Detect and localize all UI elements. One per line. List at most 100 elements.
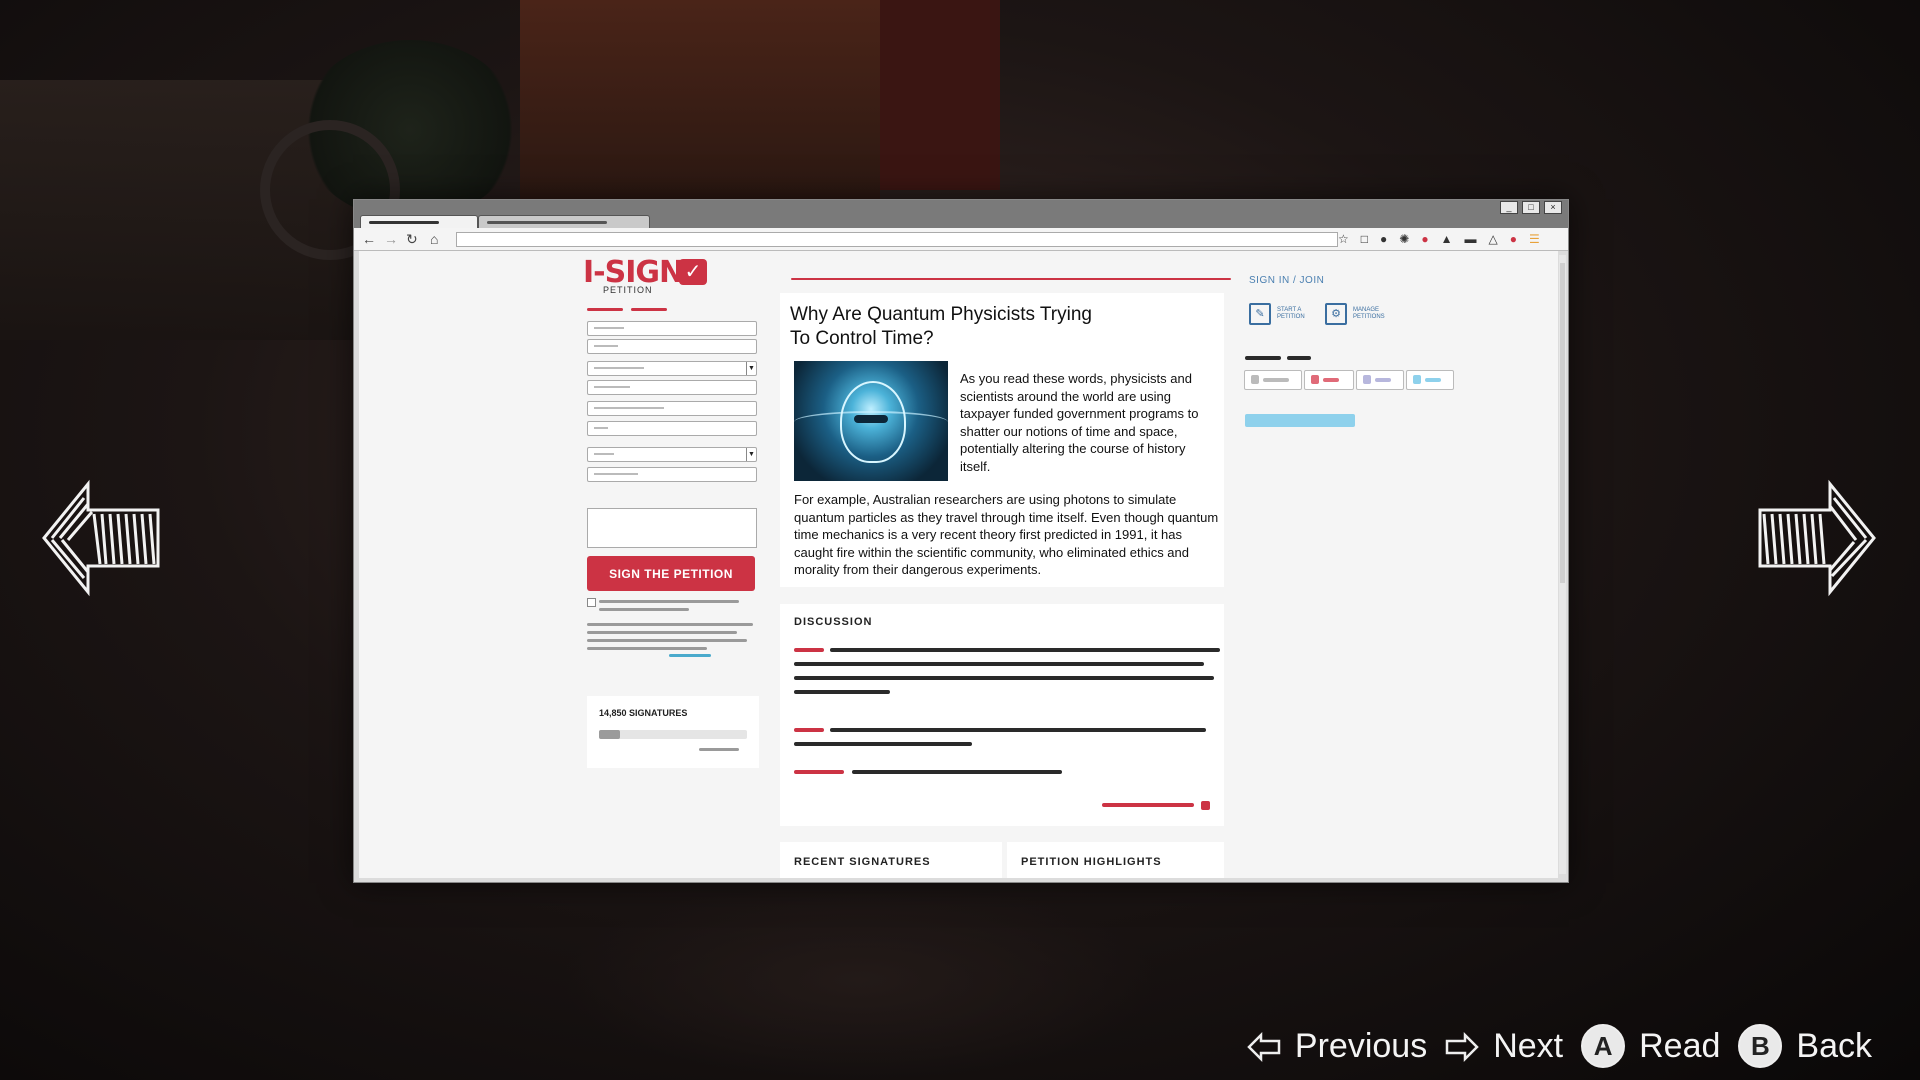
previous-arrow-icon[interactable] bbox=[40, 478, 162, 598]
article-card: Why Are Quantum Physicists Trying To Con… bbox=[780, 293, 1224, 587]
extension-pin-icon[interactable]: ✺ bbox=[1399, 231, 1409, 247]
forward-icon[interactable]: → bbox=[384, 231, 398, 247]
petition-highlights-section: PETITION HIGHLIGHTS bbox=[1007, 842, 1224, 878]
discussion-section: DISCUSSION bbox=[780, 604, 1224, 826]
share-button-purple[interactable] bbox=[1356, 370, 1404, 390]
article-image bbox=[794, 361, 948, 481]
comment-text bbox=[794, 662, 1204, 666]
start-petition-link[interactable]: ✎ START A PETITION bbox=[1249, 303, 1313, 325]
previous-control[interactable]: Previous bbox=[1247, 1027, 1427, 1066]
background-brick-wall bbox=[520, 0, 880, 200]
progress-fill bbox=[599, 730, 620, 739]
extension-square-icon[interactable]: □ bbox=[1361, 231, 1368, 247]
hand-left-icon bbox=[1247, 1031, 1281, 1063]
terms-checkbox[interactable] bbox=[587, 598, 596, 607]
share-heading bbox=[1287, 356, 1311, 360]
share-button-red[interactable] bbox=[1304, 370, 1354, 390]
maximize-button[interactable]: □ bbox=[1522, 201, 1540, 214]
extension-circle-icon[interactable]: ● bbox=[1380, 231, 1387, 247]
fine-print bbox=[587, 639, 747, 642]
comment-author bbox=[794, 648, 824, 652]
share-link-pill[interactable] bbox=[1245, 414, 1355, 427]
article-paragraph: For example, Australian researchers are … bbox=[794, 492, 1219, 577]
pencil-icon: ✎ bbox=[1249, 303, 1271, 325]
gear-icon: ⚙ bbox=[1325, 303, 1347, 325]
vertical-scrollbar[interactable] bbox=[1559, 255, 1566, 874]
signatures-box: 14,850 SIGNATURES bbox=[587, 696, 759, 768]
signatures-progress bbox=[599, 730, 747, 739]
signatures-count: 14,850 SIGNATURES bbox=[599, 708, 688, 718]
next-arrow-icon[interactable] bbox=[1756, 478, 1878, 598]
manage-petitions-link[interactable]: ⚙ MANAGE PETITIONS bbox=[1325, 303, 1389, 325]
fine-print bbox=[587, 623, 753, 626]
sign-petition-button[interactable]: SIGN THE PETITION bbox=[587, 556, 755, 591]
a-button-icon: A bbox=[1581, 1024, 1626, 1068]
browser-toolbar: ← → ↻ ⌂ ☆ □ ● ✺ ● ▲ ▬ △ ● ☰ bbox=[354, 228, 1568, 251]
browser-window: _ □ × ← → ↻ ⌂ ☆ □ ● ✺ ● ▲ ▬ △ ● ☰ I-SIGN bbox=[353, 199, 1569, 883]
comment-text bbox=[794, 676, 1214, 680]
back-control[interactable]: B Back bbox=[1738, 1024, 1872, 1068]
close-button[interactable]: × bbox=[1544, 201, 1562, 214]
article-title: Why Are Quantum Physicists Trying To Con… bbox=[790, 304, 1092, 349]
background-poster bbox=[880, 0, 1000, 190]
chevron-down-icon: ▼ bbox=[746, 448, 756, 461]
form-field[interactable] bbox=[587, 380, 757, 395]
tab-active[interactable] bbox=[360, 215, 478, 229]
sign-in-link[interactable]: SIGN IN / JOIN bbox=[1249, 275, 1324, 286]
terms-text bbox=[599, 608, 689, 611]
tab-inactive[interactable] bbox=[478, 215, 650, 229]
chevron-down-icon: ▼ bbox=[746, 362, 756, 375]
header-red-rule bbox=[791, 278, 1231, 280]
record-icon[interactable]: ● bbox=[1421, 231, 1428, 247]
b-button-icon: B bbox=[1738, 1024, 1783, 1068]
form-select[interactable]: ▼ bbox=[587, 361, 757, 376]
triangle-icon[interactable]: △ bbox=[1488, 231, 1497, 247]
comment-author bbox=[794, 728, 824, 732]
hand-right-icon bbox=[1445, 1031, 1479, 1063]
terms-text bbox=[599, 600, 739, 603]
form-select[interactable]: ▼ bbox=[587, 447, 757, 462]
comment-textarea[interactable] bbox=[587, 508, 757, 548]
site-logo[interactable]: I-SIGN ✓ PETITION bbox=[583, 255, 723, 299]
reply-icon[interactable] bbox=[1201, 801, 1210, 810]
extension-puzzle-icon[interactable]: ▲ bbox=[1441, 231, 1453, 247]
form-field[interactable] bbox=[587, 321, 757, 336]
comment-text bbox=[852, 770, 1062, 774]
petition-highlights-heading: PETITION HIGHLIGHTS bbox=[1021, 856, 1162, 868]
chat-icon[interactable]: ▬ bbox=[1464, 231, 1476, 247]
recent-signatures-heading: RECENT SIGNATURES bbox=[794, 856, 931, 868]
form-field[interactable] bbox=[587, 421, 757, 436]
comment-text bbox=[794, 742, 972, 746]
title-bar: _ □ × bbox=[354, 200, 1568, 214]
share-button-blue[interactable] bbox=[1406, 370, 1454, 390]
form-field[interactable] bbox=[587, 401, 757, 416]
comment-text bbox=[794, 690, 890, 694]
fine-print bbox=[587, 631, 737, 634]
menu-icon[interactable]: ☰ bbox=[1529, 231, 1540, 247]
fine-print-link[interactable] bbox=[669, 654, 711, 657]
discussion-heading: DISCUSSION bbox=[794, 616, 873, 628]
progress-caption bbox=[699, 748, 739, 751]
reload-icon[interactable]: ↻ bbox=[406, 231, 418, 247]
scrollbar-thumb[interactable] bbox=[1560, 263, 1565, 583]
back-icon[interactable]: ← bbox=[362, 231, 376, 247]
minimize-button[interactable]: _ bbox=[1500, 201, 1518, 214]
form-field[interactable] bbox=[587, 467, 757, 482]
form-field[interactable] bbox=[587, 339, 757, 354]
address-bar[interactable] bbox=[456, 232, 1338, 247]
footer-controls: Previous Next A Read B Back bbox=[1247, 1024, 1872, 1068]
comment-text bbox=[830, 648, 1220, 652]
read-control[interactable]: A Read bbox=[1581, 1024, 1720, 1068]
article-paragraph: As you read these words, physicists and … bbox=[960, 371, 1199, 474]
comment-text bbox=[830, 728, 1206, 732]
bookmark-star-icon[interactable]: ☆ bbox=[1338, 231, 1349, 247]
checkmark-icon: ✓ bbox=[679, 259, 707, 285]
next-control[interactable]: Next bbox=[1445, 1027, 1563, 1066]
comment-author bbox=[794, 770, 844, 774]
alert-icon[interactable]: ● bbox=[1510, 231, 1517, 247]
home-icon[interactable]: ⌂ bbox=[430, 231, 438, 247]
recent-signatures-section: RECENT SIGNATURES bbox=[780, 842, 1002, 878]
share-button-email[interactable] bbox=[1244, 370, 1302, 390]
page-viewport: I-SIGN ✓ PETITION ▼ ▼ SIGN THE PETITION … bbox=[359, 251, 1558, 878]
reply-link[interactable] bbox=[1102, 803, 1194, 807]
